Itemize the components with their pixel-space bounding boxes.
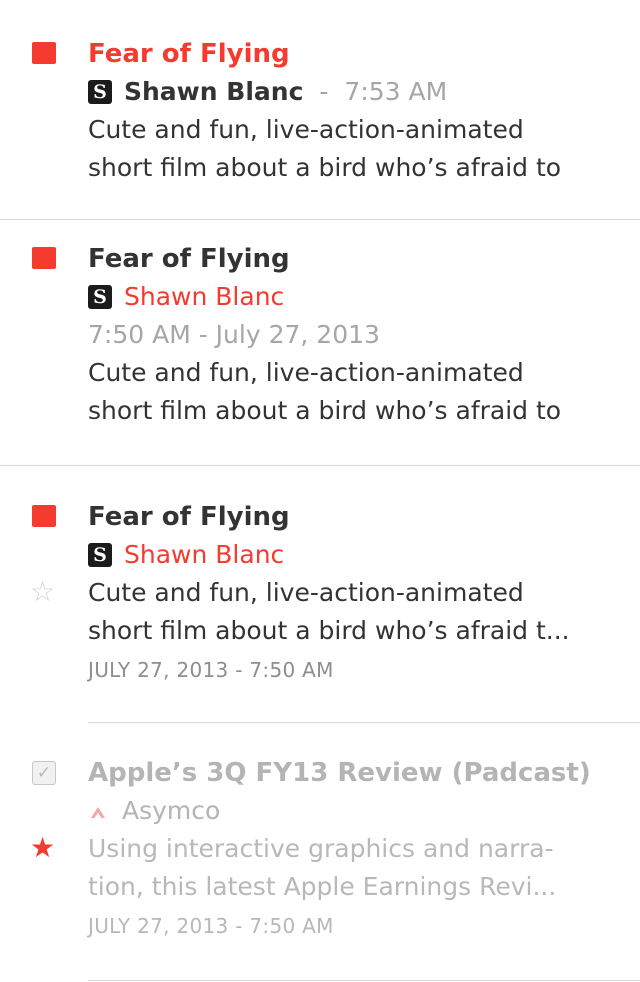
article-snippet-line: tion, this latest Apple Earnings Revi... bbox=[88, 872, 557, 901]
shawn-blanc-logo-icon: S bbox=[88, 543, 112, 567]
source-name[interactable]: Asymco bbox=[122, 794, 220, 828]
article-snippet-line: Cute and fun, live-action-animated bbox=[88, 358, 524, 387]
article-snippet-line: Using interactive graphics and narra- bbox=[88, 834, 554, 863]
unread-square-icon[interactable] bbox=[32, 42, 56, 64]
article-snippet-line: short film about a bird who’s afraid to bbox=[88, 153, 562, 182]
article-snippet-line: short film about a bird who’s afraid to bbox=[88, 396, 562, 425]
article-date: JULY 27, 2013 - 7:50 AM bbox=[88, 914, 334, 938]
article-snippet-line: Cute and fun, live-action-animated bbox=[88, 578, 524, 607]
article-date: JULY 27, 2013 - 7:50 AM bbox=[88, 658, 334, 682]
asymco-logo-icon bbox=[88, 801, 108, 821]
article-time: 7:53 AM bbox=[344, 77, 448, 106]
unread-square-icon[interactable] bbox=[32, 505, 56, 527]
article-title: Fear of Flying bbox=[88, 39, 290, 69]
article-source-row: S Shawn Blanc bbox=[88, 280, 284, 314]
article-snippet-line: Cute and fun, live-action-animated bbox=[88, 115, 524, 144]
article-snippet-line: short film about a bird who’s afraid t..… bbox=[88, 616, 570, 645]
unread-square-icon[interactable] bbox=[32, 247, 56, 269]
row-divider bbox=[88, 980, 640, 981]
source-name[interactable]: Shawn Blanc bbox=[124, 538, 284, 572]
row-divider bbox=[0, 219, 640, 220]
shawn-blanc-logo-icon: S bbox=[88, 80, 112, 104]
shawn-blanc-logo-icon: S bbox=[88, 285, 112, 309]
article-title: Fear of Flying bbox=[88, 244, 290, 274]
source-name[interactable]: Shawn Blanc bbox=[124, 280, 284, 314]
article-title: Fear of Flying bbox=[88, 502, 290, 532]
article-source-row: Asymco bbox=[88, 794, 220, 828]
source-name[interactable]: Shawn Blanc bbox=[124, 75, 303, 109]
star-filled-icon[interactable]: ★ bbox=[30, 834, 55, 862]
star-outline-icon[interactable]: ☆ bbox=[30, 578, 55, 606]
article-source-row: S Shawn Blanc - 7:53 AM bbox=[88, 75, 447, 109]
article-title: Apple’s 3Q FY13 Review (Padcast) bbox=[88, 758, 591, 788]
article-source-row: S Shawn Blanc bbox=[88, 538, 284, 572]
row-divider bbox=[88, 722, 640, 723]
row-divider bbox=[0, 465, 640, 466]
meta-separator: - bbox=[319, 77, 329, 106]
article-datetime: 7:50 AM - July 27, 2013 bbox=[88, 320, 380, 349]
read-checkmark-icon[interactable]: ✓ bbox=[32, 761, 56, 785]
